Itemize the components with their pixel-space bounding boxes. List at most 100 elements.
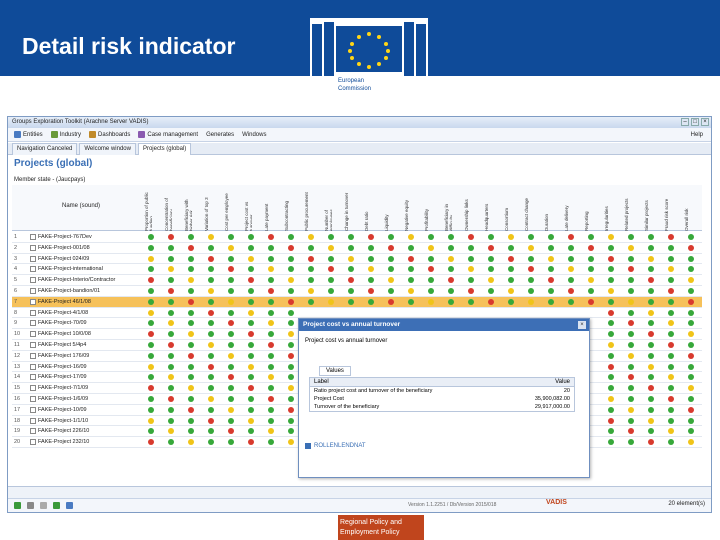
row-checkbox[interactable] (30, 266, 36, 273)
table-row[interactable]: 3 FAKE-Project 024/09 (12, 254, 702, 265)
member-state-filter[interactable]: Member state - (Jaucpays) (14, 177, 85, 183)
menu-entities[interactable]: Entities (14, 131, 43, 138)
export-icon[interactable] (66, 502, 73, 509)
risk-indicator-icon (568, 255, 574, 262)
column-header[interactable]: Fraud risk score (664, 187, 672, 231)
column-header[interactable]: Reporting (584, 187, 592, 231)
row-checkbox[interactable] (30, 277, 36, 284)
menu-generates[interactable]: Generates (206, 132, 234, 138)
row-checkbox[interactable] (30, 298, 36, 305)
table-row[interactable]: 8 FAKE-Project-4/1/08 (12, 308, 702, 319)
menu-industry[interactable]: Industry (50, 131, 81, 138)
row-checkbox[interactable] (30, 320, 36, 327)
table-row[interactable]: 7 FAKE-Project 46/1/08 (12, 296, 702, 308)
column-header[interactable]: Beneficiary with higher risk (184, 187, 192, 231)
risk-indicator-icon (288, 341, 294, 348)
risk-indicator-icon (208, 234, 214, 240)
row-number: 6 (14, 287, 18, 294)
risk-indicator-icon (168, 234, 174, 240)
table-row[interactable]: 6 FAKE-Project-bandion/01 (12, 286, 702, 297)
column-header[interactable]: Subcontracting (284, 187, 292, 231)
column-header[interactable]: Change in turnover (344, 187, 352, 231)
dialog-close-icon[interactable]: × (578, 321, 586, 329)
column-header[interactable]: Contract change (524, 187, 532, 231)
column-header[interactable]: Consortium (504, 187, 512, 231)
column-header[interactable]: Irregularities (604, 187, 612, 231)
risk-indicator-icon (468, 266, 474, 273)
column-header[interactable]: Overall risk (684, 187, 692, 231)
risk-indicator-icon (648, 309, 654, 316)
column-header[interactable]: Late payment (264, 187, 272, 231)
dialog-footer-link[interactable]: ROLLENLENDNAT (305, 443, 366, 449)
risk-indicator-icon (488, 266, 494, 273)
column-header[interactable]: Duration (544, 187, 552, 231)
tab-bar: Navigation Canceled Welcome window Proje… (8, 143, 711, 155)
row-checkbox[interactable] (30, 244, 36, 251)
filter-icon[interactable] (27, 502, 34, 509)
risk-indicator-icon (268, 363, 274, 370)
column-header[interactable]: Project cost vs turnover (244, 187, 252, 231)
value-column-header[interactable]: Value (555, 378, 570, 387)
column-header[interactable]: Related projects (624, 187, 632, 231)
row-checkbox[interactable] (30, 331, 36, 338)
column-header[interactable]: Similar projects (644, 187, 652, 231)
label-column-header[interactable]: Label (314, 378, 329, 387)
column-header[interactable]: Liquidity (384, 187, 392, 231)
print-icon[interactable] (40, 502, 47, 509)
column-header[interactable]: Ownership links (464, 187, 472, 231)
row-checkbox[interactable] (30, 309, 36, 316)
row-checkbox[interactable] (30, 395, 36, 402)
risk-indicator-icon (608, 309, 614, 316)
risk-indicator-icon (288, 439, 294, 446)
footer-line: Employment Policy (340, 529, 400, 536)
close-icon[interactable]: × (701, 118, 709, 126)
row-checkbox[interactable] (30, 255, 36, 262)
menu-case-management[interactable]: Case management (138, 131, 198, 138)
tab-navigation[interactable]: Navigation Canceled (12, 143, 78, 155)
column-header[interactable]: Beneficiary in difficulty (444, 187, 452, 231)
table-row[interactable]: 2 FAKE-Project-001/08 (12, 243, 702, 254)
row-checkbox[interactable] (30, 385, 36, 392)
dialog-tab-values[interactable]: Values (319, 366, 351, 376)
column-header[interactable]: Concentration of beneficiary (164, 187, 172, 231)
row-checkbox[interactable] (30, 363, 36, 370)
minimize-icon[interactable]: – (681, 118, 689, 126)
refresh-icon[interactable] (14, 502, 21, 509)
row-checkbox[interactable] (30, 428, 36, 435)
row-checkbox[interactable] (30, 352, 36, 359)
add-icon[interactable] (53, 502, 60, 509)
column-header[interactable]: Headquarters (484, 187, 492, 231)
column-header[interactable]: Late delivery (564, 187, 572, 231)
risk-indicator-icon (168, 298, 174, 305)
row-checkbox[interactable] (30, 439, 36, 446)
row-checkbox[interactable] (30, 287, 36, 294)
column-header[interactable]: Debt ratio (364, 187, 372, 231)
column-header[interactable]: Proportion of public funding (144, 187, 152, 231)
table-row[interactable]: 5 FAKE-Project-Interio/Contractor (12, 275, 702, 286)
row-checkbox[interactable] (30, 341, 36, 348)
row-checkbox[interactable] (30, 234, 36, 240)
risk-indicator-icon (188, 309, 194, 316)
row-checkbox[interactable] (30, 417, 36, 424)
risk-indicator-icon (188, 255, 194, 262)
column-header[interactable]: Negative equity (404, 187, 412, 231)
table-row[interactable]: 4 FAKE-Project-international (12, 264, 702, 276)
column-header[interactable]: Public procurement (304, 187, 312, 231)
tab-projects[interactable]: Projects (global) (137, 143, 192, 155)
risk-indicator-icon (148, 298, 154, 305)
risk-indicator-icon (148, 363, 154, 370)
column-header[interactable]: Variation of top 3 (204, 187, 212, 231)
risk-indicator-icon (688, 244, 694, 251)
column-header[interactable]: Cost per employee (224, 187, 232, 231)
column-header[interactable]: Profitability (424, 187, 432, 231)
menu-help[interactable]: Help (691, 132, 703, 138)
column-header[interactable]: Number of employees (324, 187, 332, 231)
tab-welcome[interactable]: Welcome window (79, 143, 136, 155)
table-row[interactable]: 1 FAKE-Project-767Dev (12, 232, 702, 243)
menu-dashboards[interactable]: Dashboards (89, 131, 130, 138)
row-checkbox[interactable] (30, 406, 36, 413)
name-column-header[interactable]: Name (sound) (62, 203, 100, 209)
maximize-icon[interactable]: □ (691, 118, 699, 126)
row-checkbox[interactable] (30, 374, 36, 381)
menu-windows[interactable]: Windows (242, 132, 266, 138)
